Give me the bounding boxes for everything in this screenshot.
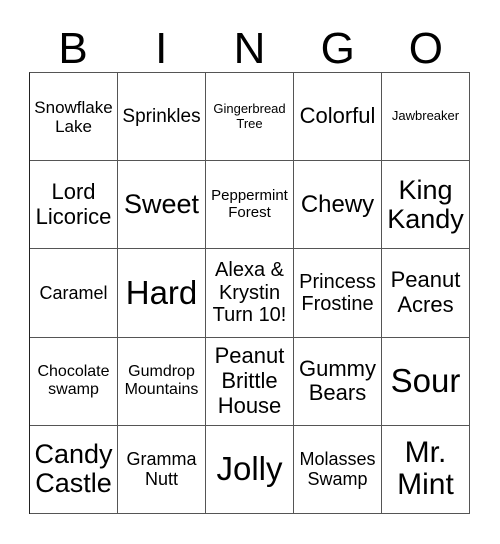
bingo-grid: Snowflake Lake Sprinkles Gingerbread Tre…: [29, 72, 470, 514]
bingo-cell[interactable]: Peppermint Forest: [206, 161, 294, 250]
bingo-cell[interactable]: Jawbreaker: [382, 73, 470, 162]
bingo-cell[interactable]: Chewy: [294, 161, 382, 250]
bingo-cell[interactable]: Molasses Swamp: [294, 425, 382, 514]
bingo-cell[interactable]: Hard: [118, 249, 206, 338]
bingo-cell[interactable]: Caramel: [30, 249, 118, 338]
bingo-cell[interactable]: Sprinkles: [118, 73, 206, 162]
bingo-cell[interactable]: Sweet: [118, 161, 206, 250]
header-letter-n: N: [233, 24, 266, 73]
bingo-cell[interactable]: King Kandy: [382, 161, 470, 250]
bingo-cell[interactable]: Candy Castle: [30, 425, 118, 514]
bingo-header: B I N G O: [29, 26, 470, 72]
header-letter-i: I: [155, 24, 168, 73]
bingo-cell[interactable]: Gingerbread Tree: [206, 73, 294, 162]
bingo-cell[interactable]: Princess Frostine: [294, 249, 382, 338]
header-letter-o: O: [408, 24, 443, 73]
bingo-cell[interactable]: Gumdrop Mountains: [118, 337, 206, 426]
header-letter-b: B: [58, 24, 88, 73]
bingo-cell[interactable]: Gramma Nutt: [118, 425, 206, 514]
bingo-cell[interactable]: Peanut Acres: [382, 249, 470, 338]
bingo-cell[interactable]: Jolly: [206, 425, 294, 514]
bingo-cell[interactable]: Alexa & Krystin Turn 10!: [206, 249, 294, 338]
bingo-cell[interactable]: Chocolate swamp: [30, 337, 118, 426]
bingo-cell[interactable]: Snowflake Lake: [30, 73, 118, 162]
bingo-cell[interactable]: Lord Licorice: [30, 161, 118, 250]
bingo-cell[interactable]: Gummy Bears: [294, 337, 382, 426]
bingo-cell[interactable]: Sour: [382, 337, 470, 426]
header-letter-g: G: [320, 24, 355, 73]
bingo-cell[interactable]: Peanut Brittle House: [206, 337, 294, 426]
bingo-cell[interactable]: Colorful: [294, 73, 382, 162]
bingo-cell[interactable]: Mr. Mint: [382, 425, 470, 514]
